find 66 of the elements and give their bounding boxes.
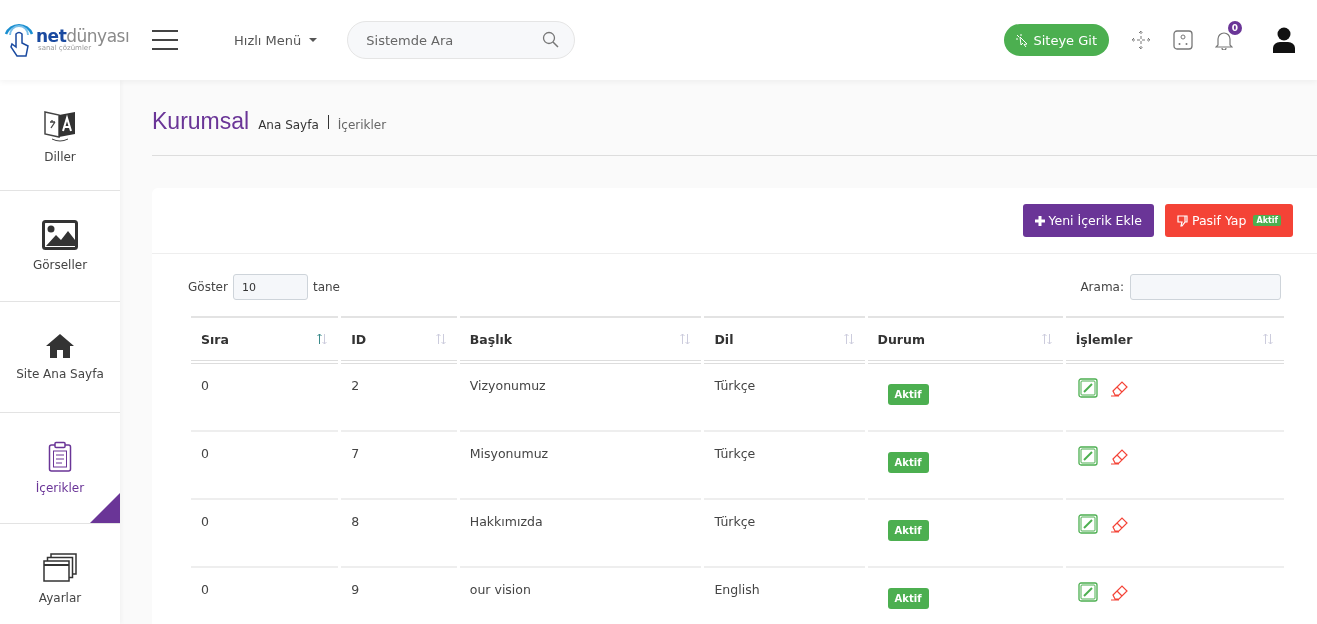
image-icon [42, 220, 78, 250]
move-arrows-icon[interactable] [1131, 30, 1151, 50]
table-cell: English [704, 568, 865, 624]
table-cell: our vision [459, 568, 702, 624]
search-field[interactable]: Sistemde Ara [364, 31, 543, 49]
show-suffix: tane [312, 280, 340, 294]
show-label: Göster [188, 280, 228, 294]
windows-icon [43, 553, 77, 583]
page-size-field[interactable]: 10 [232, 274, 308, 300]
deactivate-button[interactable]: Pasif Yap Aktif [1164, 204, 1293, 237]
table-cell: 0 [191, 364, 339, 432]
sidebar-item[interactable]: Görseller [0, 191, 120, 302]
column-header[interactable]: Sıra [191, 316, 339, 364]
status-badge: Aktif [887, 588, 929, 609]
search-label: Arama: [1080, 280, 1124, 294]
home-icon [45, 333, 75, 359]
notification-count: 0 [1228, 21, 1242, 35]
menu-button[interactable] [152, 30, 178, 50]
user-avatar-icon[interactable] [1273, 27, 1295, 53]
bell-icon[interactable] [1215, 30, 1233, 50]
table-cell: Türkçe [704, 364, 865, 432]
table-cell: Hakkımızda [459, 500, 702, 568]
search-bar[interactable]: Sistemde Ara [347, 21, 576, 59]
table-cell: 9 [341, 568, 457, 624]
edit-icon[interactable] [1077, 514, 1098, 534]
table-cell: Vizyonumuz [459, 364, 702, 432]
pointer-icon [1016, 33, 1030, 47]
table-cell: 7 [341, 432, 457, 500]
table-cell: 0 [191, 568, 339, 624]
sidebar-item[interactable]: İçerikler [0, 413, 120, 524]
status-badge: Aktif [887, 384, 929, 405]
edit-icon[interactable] [1077, 582, 1098, 602]
table-cell: Türkçe [704, 432, 865, 500]
status-badge: Aktif [887, 452, 929, 473]
sidebar-item[interactable]: Ayarlar [0, 524, 120, 624]
table-cell: 0 [191, 500, 339, 568]
sort-icon[interactable] [316, 333, 329, 345]
page-title: Kurumsal [152, 108, 250, 135]
quick-menu-dropdown[interactable]: Hızlı Menü [234, 32, 318, 48]
search-icon[interactable] [542, 31, 561, 49]
table-cell: 8 [341, 500, 457, 568]
breadcrumb-link[interactable]: Ana Sayfa [258, 118, 319, 132]
safe-icon[interactable] [1173, 30, 1193, 50]
column-header[interactable]: ID [341, 316, 457, 364]
edit-icon[interactable] [1077, 446, 1098, 466]
sidebar-item[interactable]: Diller [0, 80, 120, 191]
sidebar-item[interactable]: Site Ana Sayfa [0, 302, 120, 413]
edit-icon[interactable] [1077, 378, 1098, 398]
column-header[interactable]: İşlemler [1065, 316, 1284, 364]
logo-wordmark: netdünyası [36, 28, 130, 45]
table-search-field[interactable] [1130, 274, 1281, 300]
status-badge: Aktif [1253, 215, 1281, 226]
table-cell: Misyonumuz [459, 432, 702, 500]
table-cell: Türkçe [704, 500, 865, 568]
plus-icon [1034, 215, 1045, 226]
thumbs-down-icon [1176, 214, 1188, 227]
status-badge: Aktif [887, 520, 929, 541]
column-header[interactable]: Dil [704, 316, 865, 364]
corner-triangle [90, 493, 120, 523]
column-header[interactable]: Durum [867, 316, 1063, 364]
column-header[interactable]: Başlık [459, 316, 702, 364]
add-content-button[interactable]: Yeni İçerik Ekle [1022, 204, 1154, 237]
clipboard-icon [48, 441, 72, 473]
breadcrumb-link[interactable]: İçerikler [337, 118, 387, 132]
table-cell: 2 [341, 364, 457, 432]
table-cell: 0 [191, 432, 339, 500]
